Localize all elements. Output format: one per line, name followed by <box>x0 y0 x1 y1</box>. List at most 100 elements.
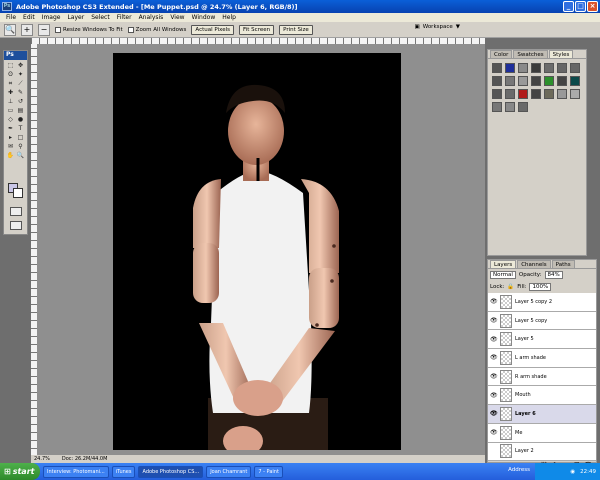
eye-icon[interactable]: 👁 <box>490 373 498 380</box>
style-swatch[interactable] <box>518 63 528 73</box>
style-swatch[interactable] <box>531 76 541 86</box>
lasso-tool-icon[interactable]: ʘ <box>6 71 15 79</box>
style-swatch[interactable] <box>544 89 554 99</box>
gradient-tool-icon[interactable]: ▤ <box>16 107 25 115</box>
zoom-out-icon[interactable]: − <box>38 23 50 36</box>
style-swatch[interactable] <box>544 76 554 86</box>
quick-mask-icon[interactable] <box>10 207 22 216</box>
layer-row[interactable]: Layer 2 <box>488 442 596 462</box>
menu-analysis[interactable]: Analysis <box>139 14 164 21</box>
zoom-tool-small-icon[interactable]: 🔍 <box>16 152 25 160</box>
screen-mode-icon[interactable] <box>10 221 22 230</box>
style-swatch[interactable] <box>570 89 580 99</box>
style-swatch[interactable] <box>492 76 502 86</box>
style-swatch[interactable] <box>557 76 567 86</box>
taskbar-item[interactable]: Interview: Photomani... <box>43 465 109 478</box>
eye-icon[interactable]: 👁 <box>490 298 498 305</box>
magic-wand-tool-icon[interactable]: ✦ <box>16 71 25 79</box>
style-swatch[interactable] <box>557 89 567 99</box>
style-swatch[interactable] <box>544 63 554 73</box>
layer-row[interactable]: 👁 Layer 5 copy 2 <box>488 293 596 312</box>
lock-icon[interactable]: 🔒 <box>507 284 514 290</box>
style-swatch[interactable] <box>518 89 528 99</box>
menu-layer[interactable]: Layer <box>67 14 84 21</box>
minimize-button[interactable]: _ <box>563 1 574 12</box>
eye-icon[interactable]: 👁 <box>490 336 498 343</box>
layer-row[interactable]: 👁 L arm shade <box>488 349 596 368</box>
zoom-all-windows-checkbox[interactable]: Zoom All Windows <box>127 26 186 33</box>
background-color-swatch[interactable] <box>13 188 23 198</box>
layers-tab-layers[interactable]: Layers <box>490 260 517 268</box>
eye-icon[interactable]: 👁 <box>490 410 498 417</box>
style-swatch[interactable] <box>570 63 580 73</box>
opacity-input[interactable]: 84% <box>544 271 563 279</box>
taskbar-item[interactable]: Adobe Photoshop CS... <box>138 465 204 478</box>
taskbar-item[interactable]: Joan Chamrant <box>206 465 252 478</box>
menu-edit[interactable]: Edit <box>23 14 35 21</box>
hand-tool-icon[interactable]: ✋ <box>6 152 15 160</box>
start-button[interactable]: ⊞ start <box>0 463 40 480</box>
fill-input[interactable]: 100% <box>529 283 552 291</box>
marquee-tool-icon[interactable]: ⬚ <box>6 62 15 70</box>
pen-tool-icon[interactable]: ✒ <box>6 125 15 133</box>
taskbar-item[interactable]: iTunes <box>111 465 136 478</box>
style-swatch[interactable] <box>492 63 502 73</box>
styles-tab-styles[interactable]: Styles <box>548 50 574 58</box>
style-swatch[interactable] <box>505 76 515 86</box>
menu-file[interactable]: File <box>6 14 16 21</box>
blur-tool-icon[interactable]: ◇ <box>6 116 15 124</box>
fit-screen-button[interactable]: Fit Screen <box>238 24 275 35</box>
slice-tool-icon[interactable]: ⟋ <box>16 80 25 88</box>
style-swatch[interactable] <box>570 76 580 86</box>
style-swatch[interactable] <box>505 89 515 99</box>
eraser-tool-icon[interactable]: ▭ <box>6 107 15 115</box>
resize-windows-checkbox[interactable]: Resize Windows To Fit <box>55 26 123 33</box>
eyedropper-tool-icon[interactable]: ⚲ <box>16 143 25 151</box>
styles-tab-color[interactable]: Color <box>490 50 513 58</box>
eye-icon[interactable]: 👁 <box>490 429 498 436</box>
menu-view[interactable]: View <box>170 14 184 21</box>
workspace-menu[interactable]: ▣ Workspace ▼ <box>415 24 461 30</box>
style-swatch[interactable] <box>505 63 515 73</box>
layers-tab-paths[interactable]: Paths <box>551 260 575 268</box>
style-swatch[interactable] <box>518 76 528 86</box>
zoom-in-icon[interactable]: + <box>21 23 33 36</box>
style-swatch[interactable] <box>531 63 541 73</box>
actual-pixels-button[interactable]: Actual Pixels <box>191 24 234 35</box>
style-swatch[interactable] <box>492 89 502 99</box>
history-brush-tool-icon[interactable]: ↺ <box>16 98 25 106</box>
layers-tab-channels[interactable]: Channels <box>517 260 551 268</box>
dodge-tool-icon[interactable]: ● <box>16 116 25 124</box>
style-swatch[interactable] <box>557 63 567 73</box>
menu-select[interactable]: Select <box>91 14 110 21</box>
layer-row[interactable]: 👁 Layer 5 <box>488 330 596 350</box>
shape-tool-icon[interactable]: □ <box>16 134 25 142</box>
layer-row[interactable]: 👁 Layer 5 copy <box>488 311 596 331</box>
style-swatch[interactable] <box>492 102 502 112</box>
document-canvas[interactable] <box>113 53 401 450</box>
layer-row[interactable]: 👁 R arm shade <box>488 367 596 387</box>
taskbar-item[interactable]: 7 - Paint <box>254 465 283 478</box>
style-swatch[interactable] <box>518 102 528 112</box>
path-selection-tool-icon[interactable]: ▸ <box>6 134 15 142</box>
network-icon[interactable]: ◉ <box>570 469 575 475</box>
crop-tool-icon[interactable]: ⌗ <box>6 80 15 88</box>
eye-icon[interactable]: 👁 <box>490 392 498 399</box>
zoom-level[interactable]: 24.7% <box>34 456 50 462</box>
menu-window[interactable]: Window <box>192 14 216 21</box>
blend-mode-select[interactable]: Normal <box>490 271 516 279</box>
layer-row[interactable]: 👁 Mouth <box>488 386 596 406</box>
brush-tool-icon[interactable]: ✎ <box>16 89 25 97</box>
eye-icon[interactable] <box>490 448 497 455</box>
close-button[interactable]: × <box>587 1 598 12</box>
style-swatch[interactable] <box>531 89 541 99</box>
layer-row[interactable]: 👁 Me <box>488 423 596 443</box>
type-tool-icon[interactable]: T <box>16 125 25 133</box>
notes-tool-icon[interactable]: ✉ <box>6 143 15 151</box>
eye-icon[interactable]: 👁 <box>490 354 498 361</box>
eye-icon[interactable]: 👁 <box>490 317 498 324</box>
clone-stamp-tool-icon[interactable]: ⊥ <box>6 98 15 106</box>
maximize-button[interactable]: □ <box>575 1 586 12</box>
healing-brush-tool-icon[interactable]: ✚ <box>6 89 15 97</box>
menu-filter[interactable]: Filter <box>117 14 132 21</box>
